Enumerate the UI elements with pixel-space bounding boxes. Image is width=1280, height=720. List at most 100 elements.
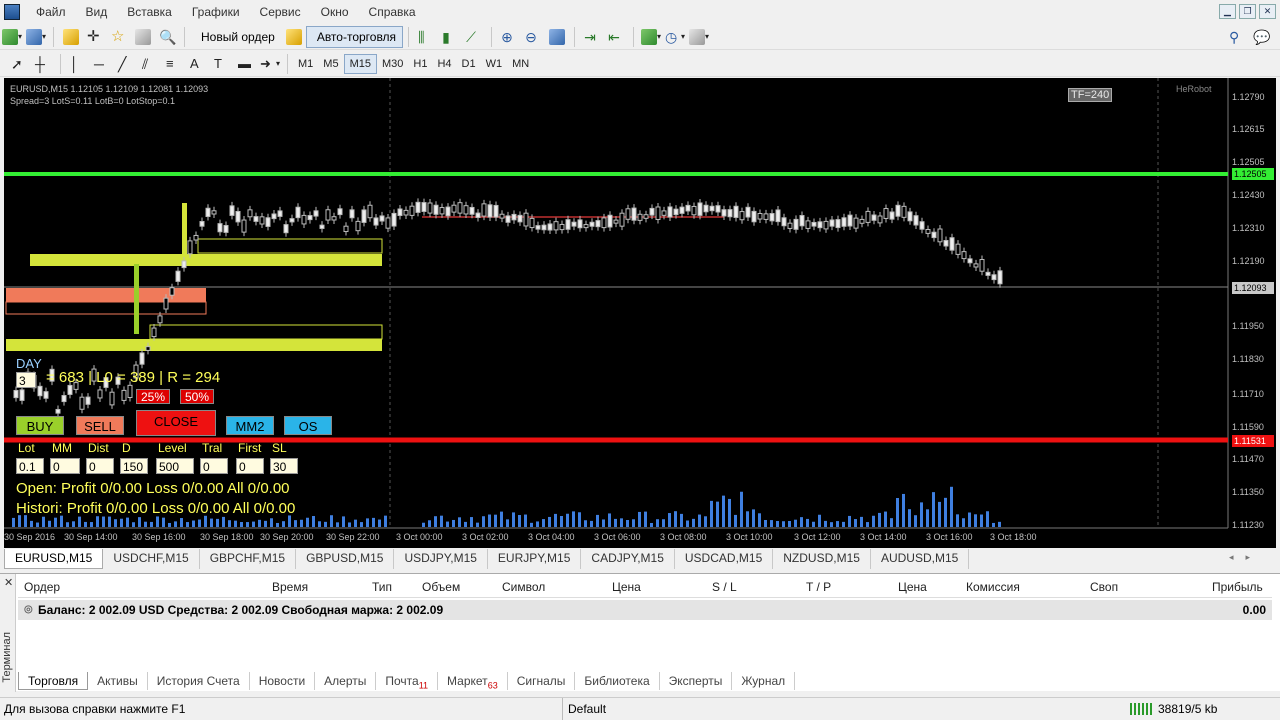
arrows-tool[interactable]: ➜ ▾ <box>259 53 281 75</box>
terminal-tab[interactable]: Почта11 <box>376 672 439 690</box>
text-tool[interactable]: A <box>187 53 209 75</box>
chart-tab[interactable]: GBPCHF,M15 <box>200 549 297 569</box>
menu-item[interactable]: Графики <box>182 0 250 24</box>
new-order-button[interactable]: Новый ордер <box>190 26 282 48</box>
balance-row[interactable]: ◎ Баланс: 2 002.09 USD Средства: 2 002.0… <box>18 600 1272 620</box>
timeframe-m30-button[interactable]: M30 <box>377 54 408 74</box>
pct-25-button[interactable]: 25% <box>136 389 170 404</box>
pct-50-button[interactable]: 50% <box>180 389 214 404</box>
vertical-line-tool[interactable]: │ <box>67 53 89 75</box>
timeframe-h1-button[interactable]: H1 <box>408 54 432 74</box>
timeframe-w1-button[interactable]: W1 <box>481 54 508 74</box>
terminal-tab[interactable]: История Счета <box>148 672 250 690</box>
rectangle-tool[interactable]: ▬ <box>235 53 257 75</box>
timeframe-m5-button[interactable]: M5 <box>318 54 343 74</box>
fibo-tool[interactable]: ≡ <box>163 53 185 75</box>
column-header[interactable]: Комиссия <box>966 580 1020 594</box>
periods-button[interactable]: ◷ ▾ <box>664 26 686 48</box>
column-header[interactable]: Своп <box>1090 580 1118 594</box>
param-input[interactable]: 0 <box>200 458 228 474</box>
channel-tool[interactable]: ⫽ <box>139 53 161 75</box>
param-input[interactable]: 150 <box>120 458 148 474</box>
new-chart-button[interactable]: ▾ <box>1 26 23 48</box>
param-input[interactable]: 500 <box>156 458 194 474</box>
terminal-tab[interactable]: Журнал <box>732 672 796 690</box>
tester-button[interactable]: 🔍 <box>156 26 178 48</box>
column-header[interactable]: Цена <box>898 580 927 594</box>
terminal-tab[interactable]: Алерты <box>315 672 377 690</box>
zoom-in-button[interactable]: ⊕ <box>498 26 520 48</box>
chat-button[interactable]: 💬 <box>1250 26 1272 48</box>
price-chart[interactable]: EURUSD,M15 1.12105 1.12109 1.12081 1.120… <box>4 78 1276 548</box>
tile-windows-button[interactable] <box>546 26 568 48</box>
param-input[interactable]: 0.1 <box>16 458 44 474</box>
indicators-button[interactable]: ▾ <box>640 26 662 48</box>
label-tool[interactable]: T <box>211 53 233 75</box>
menu-item[interactable]: Сервис <box>250 0 311 24</box>
mm2-button[interactable]: MM2 <box>226 416 274 435</box>
terminal-tab[interactable]: Эксперты <box>660 672 733 690</box>
metaeditor-button[interactable] <box>283 26 305 48</box>
close-button[interactable]: CLOSE <box>136 410 216 436</box>
terminal-tab[interactable]: Активы <box>88 672 148 690</box>
bar-chart-button[interactable]: ⫼ <box>415 26 437 48</box>
buy-button[interactable]: BUY <box>16 416 64 435</box>
chart-shift-button[interactable]: ⇥ <box>581 26 603 48</box>
chart-tab[interactable]: NZDUSD,M15 <box>773 549 871 569</box>
column-header[interactable]: Время <box>272 580 308 594</box>
terminal-tab[interactable]: Торговля <box>18 672 89 690</box>
terminal-tab[interactable]: Сигналы <box>508 672 576 690</box>
os-button[interactable]: OS <box>284 416 332 435</box>
navigator-button[interactable]: ☆ <box>108 26 130 48</box>
timeframe-m1-button[interactable]: M1 <box>293 54 318 74</box>
candlestick-button[interactable]: ▮ <box>439 26 461 48</box>
close-icon[interactable]: ✕ <box>1259 4 1276 19</box>
horizontal-line-tool[interactable]: ─ <box>91 53 113 75</box>
trendline-tool[interactable]: ╱ <box>115 53 137 75</box>
menu-item[interactable]: Окно <box>311 0 359 24</box>
chart-tab[interactable]: GBPUSD,M15 <box>296 549 395 569</box>
terminal-close-icon[interactable]: ✕ <box>4 576 13 589</box>
column-header[interactable]: S / L <box>712 580 737 594</box>
terminal-tab[interactable]: Новости <box>250 672 316 690</box>
tab-scroll-arrows[interactable]: ◂▸ <box>1229 552 1262 563</box>
chart-tab[interactable]: USDCAD,M15 <box>675 549 774 569</box>
column-header[interactable]: Ордер <box>24 580 60 594</box>
terminal-tab[interactable]: Библиотека <box>575 672 660 690</box>
templates-button[interactable]: ▾ <box>688 26 710 48</box>
auto-trading-button[interactable]: Авто-торговля <box>305 25 404 48</box>
column-header[interactable]: Объем <box>422 580 460 594</box>
timeframe-m15-button[interactable]: M15 <box>343 53 377 74</box>
param-input[interactable]: 0 <box>86 458 114 474</box>
chart-tab[interactable]: EURJPY,M15 <box>488 549 582 569</box>
column-header[interactable]: Прибыль <box>1212 580 1263 594</box>
column-header[interactable]: Цена <box>612 580 641 594</box>
column-header[interactable]: Тип <box>372 580 392 594</box>
search-button[interactable]: ⚲ <box>1226 26 1248 48</box>
timeframe-mn-button[interactable]: MN <box>507 54 534 74</box>
column-header[interactable]: Символ <box>502 580 545 594</box>
timeframe-d1-button[interactable]: D1 <box>457 54 481 74</box>
profiles-button[interactable]: ▾ <box>25 26 47 48</box>
timeframe-h4-button[interactable]: H4 <box>432 54 456 74</box>
sell-button[interactable]: SELL <box>76 416 124 435</box>
column-header[interactable]: T / P <box>806 580 831 594</box>
cursor-tool[interactable]: ➚ <box>8 53 30 75</box>
param-input[interactable]: 0 <box>50 458 80 474</box>
minimize-icon[interactable]: ▁ <box>1219 4 1236 19</box>
menu-item[interactable]: Вид <box>76 0 118 24</box>
day-input[interactable]: 3 <box>16 372 36 388</box>
restore-icon[interactable]: ❐ <box>1239 4 1256 19</box>
menu-item[interactable]: Справка <box>359 0 426 24</box>
param-input[interactable]: 0 <box>236 458 264 474</box>
chart-tab[interactable]: CADJPY,M15 <box>581 549 675 569</box>
line-chart-button[interactable]: ⟋ <box>463 26 485 48</box>
terminal-button[interactable] <box>132 26 154 48</box>
chart-tab[interactable]: AUDUSD,M15 <box>871 549 970 569</box>
chart-tab[interactable]: USDJPY,M15 <box>394 549 488 569</box>
menu-item[interactable]: Файл <box>26 0 76 24</box>
market-watch-button[interactable] <box>60 26 82 48</box>
chart-tab[interactable]: EURUSD,M15 <box>4 549 104 569</box>
param-input[interactable]: 30 <box>270 458 298 474</box>
crosshair-tool[interactable]: ┼ <box>32 53 54 75</box>
